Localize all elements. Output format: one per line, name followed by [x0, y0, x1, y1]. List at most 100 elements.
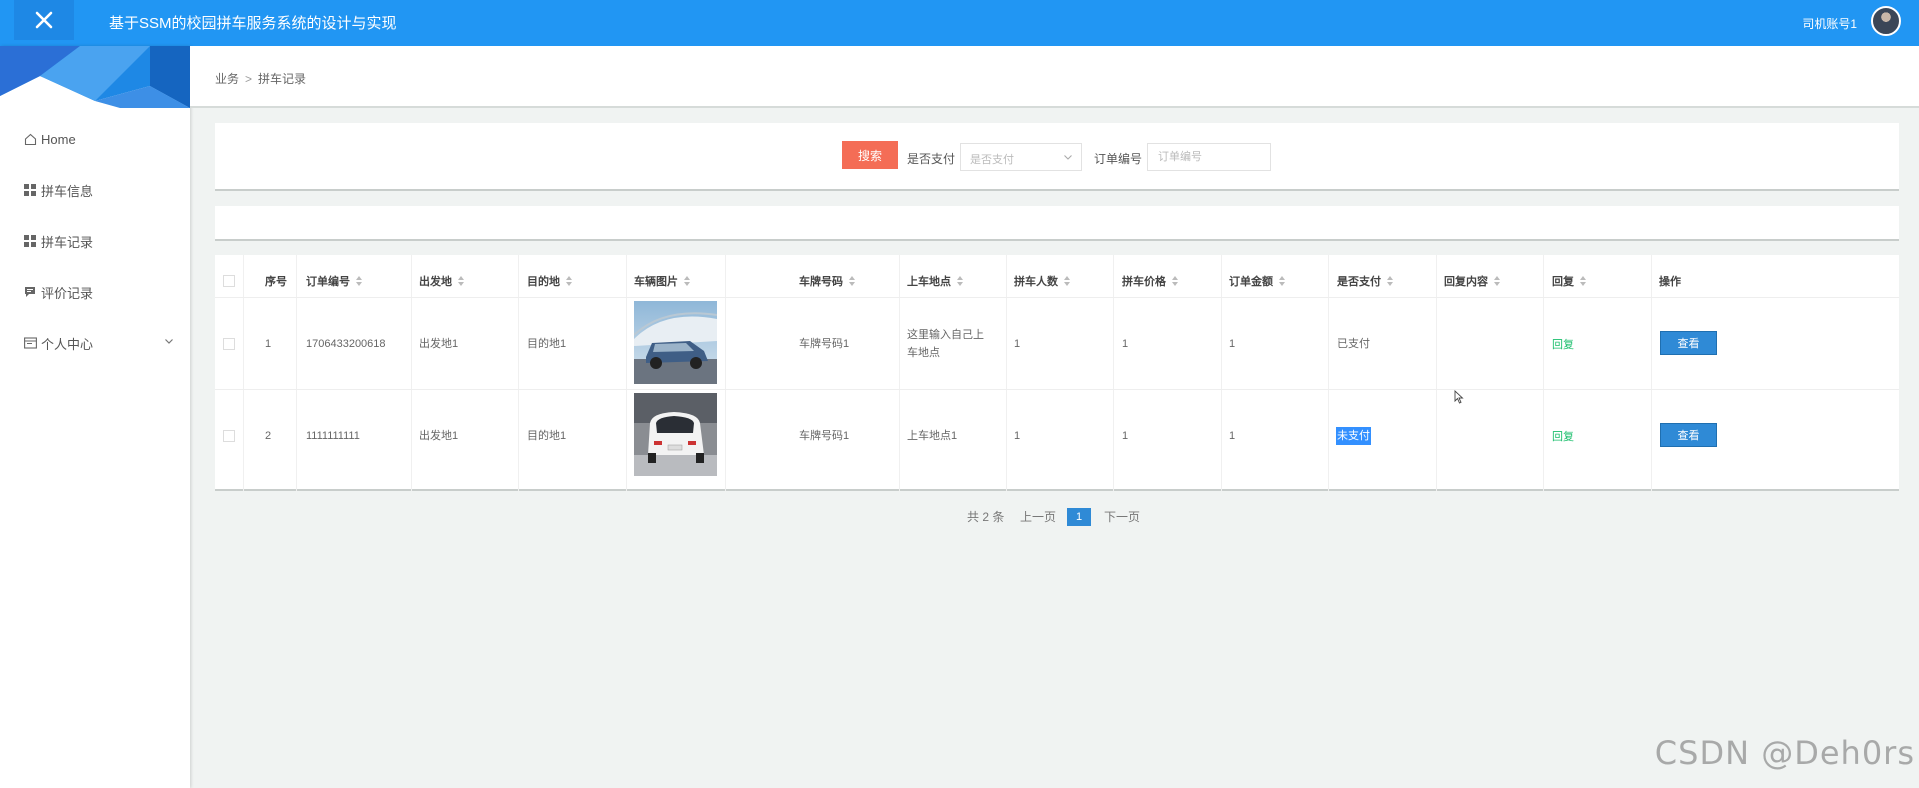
cell-plate: 车牌号码1 [799, 338, 850, 350]
cell-index: 1 [265, 338, 272, 350]
cell-pickup: 这里输入自己上车地点 [907, 329, 984, 359]
breadcrumb-parent[interactable]: 业务 [215, 72, 239, 86]
reply-link[interactable]: 回复 [1552, 428, 1574, 444]
chevron-down-icon [1064, 155, 1072, 160]
comment-icon [24, 286, 40, 298]
breadcrumb-separator: > [245, 72, 253, 86]
id-card-icon [24, 337, 40, 349]
sort-icon[interactable] [957, 276, 964, 286]
pagination-current-page[interactable]: 1 [1067, 508, 1091, 526]
order-filter-label: 订单编号 [1094, 152, 1143, 166]
cell-price: 1 [1122, 430, 1129, 442]
breadcrumb-bar: 业务 > 拼车记录 [190, 46, 1919, 108]
order-number-input[interactable] [1147, 143, 1271, 171]
pagination-next[interactable]: 下一页 [1104, 508, 1140, 525]
cell-order-no: 1111111111 [306, 430, 360, 442]
records-table: 序号 订单编号 出发地 目的地 车辆图片 车牌号码 上车地点 拼车人数 拼车价格… [215, 255, 1899, 491]
top-header: 基于SSM的校园拼车服务系统的设计与实现 司机账号1 [0, 0, 1919, 46]
view-button[interactable]: 查看 [1660, 423, 1717, 447]
cell-origin: 出发地1 [419, 338, 459, 350]
column-header-reply-content[interactable]: 回复内容 [1444, 273, 1501, 289]
view-button[interactable]: 查看 [1660, 331, 1717, 355]
toolbar-bar [215, 206, 1899, 241]
sort-icon[interactable] [458, 276, 465, 286]
column-header-destination[interactable]: 目的地 [527, 273, 573, 289]
column-header-index: 序号 [265, 276, 287, 288]
sidebar-item-label: 拼车记录 [41, 234, 94, 250]
cell-amount: 1 [1229, 338, 1236, 350]
sort-icon[interactable] [849, 276, 856, 286]
car-image-suv[interactable] [634, 301, 717, 384]
sort-icon[interactable] [1172, 276, 1179, 286]
breadcrumb-current: 拼车记录 [258, 72, 307, 86]
sidebar-item-label: 拼车信息 [41, 183, 94, 199]
pagination-total: 共 2 条 [967, 510, 1005, 524]
paid-filter-label: 是否支付 [907, 152, 956, 166]
table-row: 1 1706433200618 出发地1 目的地1 车牌号码1 这里输入自己上车… [215, 297, 1899, 389]
sidebar-item-personal-center[interactable]: 个人中心 [24, 332, 174, 354]
cell-people: 1 [1014, 338, 1021, 350]
sidebar: Home 拼车信息 拼车记录 评价记录 个人中心 [0, 46, 190, 788]
chevron-down-icon [165, 339, 173, 344]
breadcrumb: 业务 > 拼车记录 [215, 70, 306, 87]
column-header-people[interactable]: 拼车人数 [1014, 273, 1071, 289]
cell-paid: 未支付 [1336, 427, 1371, 445]
sidebar-item-label: Home [41, 131, 76, 147]
column-header-order-no[interactable]: 订单编号 [306, 273, 363, 289]
close-menu-button[interactable] [14, 0, 74, 40]
pagination-prev[interactable]: 上一页 [1020, 508, 1056, 525]
column-header-pickup[interactable]: 上车地点 [907, 273, 964, 289]
cell-paid: 已支付 [1337, 338, 1370, 350]
column-header-car-image[interactable]: 车辆图片 [634, 273, 691, 289]
user-name[interactable]: 司机账号1 [1802, 15, 1857, 32]
sidebar-banner [0, 46, 190, 108]
sort-icon[interactable] [566, 276, 573, 286]
sidebar-item-carpool-records[interactable]: 拼车记录 [24, 230, 174, 252]
column-header-price[interactable]: 拼车价格 [1122, 273, 1179, 289]
sidebar-item-label: 个人中心 [41, 336, 94, 352]
grid-icon [24, 235, 40, 247]
search-panel: 搜索 是否支付 是否支付 订单编号 [215, 123, 1899, 191]
app-title: 基于SSM的校园拼车服务系统的设计与实现 [109, 15, 397, 32]
column-header-amount[interactable]: 订单金额 [1229, 273, 1286, 289]
sort-icon[interactable] [1387, 276, 1394, 286]
search-button[interactable]: 搜索 [842, 141, 898, 169]
grid-icon [24, 184, 40, 196]
avatar[interactable] [1871, 6, 1901, 36]
sort-icon[interactable] [684, 276, 691, 286]
mouse-cursor-icon [1454, 390, 1464, 404]
table-row: 2 1111111111 出发地1 目的地1 车牌号码1 上车地点1 1 1 1… [215, 389, 1899, 481]
cell-index: 2 [265, 430, 272, 442]
watermark: CSDN @Deh0rs [1654, 734, 1915, 772]
sort-icon[interactable] [1580, 276, 1587, 286]
cell-destination: 目的地1 [527, 430, 567, 442]
sort-icon[interactable] [1279, 276, 1286, 286]
sidebar-item-reviews[interactable]: 评价记录 [24, 281, 174, 303]
cell-order-no: 1706433200618 [306, 338, 386, 350]
column-header-reply[interactable]: 回复 [1552, 273, 1587, 289]
paid-filter-placeholder: 是否支付 [970, 154, 1014, 166]
sort-icon[interactable] [1494, 276, 1501, 286]
column-header-paid[interactable]: 是否支付 [1337, 273, 1394, 289]
row-checkbox[interactable] [223, 338, 235, 350]
column-header-plate[interactable]: 车牌号码 [799, 273, 856, 289]
cell-price: 1 [1122, 338, 1129, 350]
car-image-minicar[interactable] [634, 393, 717, 476]
sidebar-item-home[interactable]: Home [24, 128, 174, 150]
select-all-checkbox[interactable] [223, 275, 235, 287]
cell-plate: 车牌号码1 [799, 430, 850, 442]
paid-filter-select[interactable]: 是否支付 [960, 143, 1082, 171]
cell-amount: 1 [1229, 430, 1236, 442]
row-checkbox[interactable] [223, 430, 235, 442]
sort-icon[interactable] [1064, 276, 1071, 286]
home-icon [24, 133, 40, 146]
sidebar-item-label: 评价记录 [41, 285, 94, 301]
sort-icon[interactable] [356, 276, 363, 286]
column-header-origin[interactable]: 出发地 [419, 273, 465, 289]
reply-link[interactable]: 回复 [1552, 336, 1574, 352]
column-header-actions: 操作 [1659, 276, 1681, 288]
cell-origin: 出发地1 [419, 430, 459, 442]
cell-pickup: 上车地点1 [907, 430, 958, 442]
sidebar-item-carpool-info[interactable]: 拼车信息 [24, 179, 174, 201]
cell-destination: 目的地1 [527, 338, 567, 350]
